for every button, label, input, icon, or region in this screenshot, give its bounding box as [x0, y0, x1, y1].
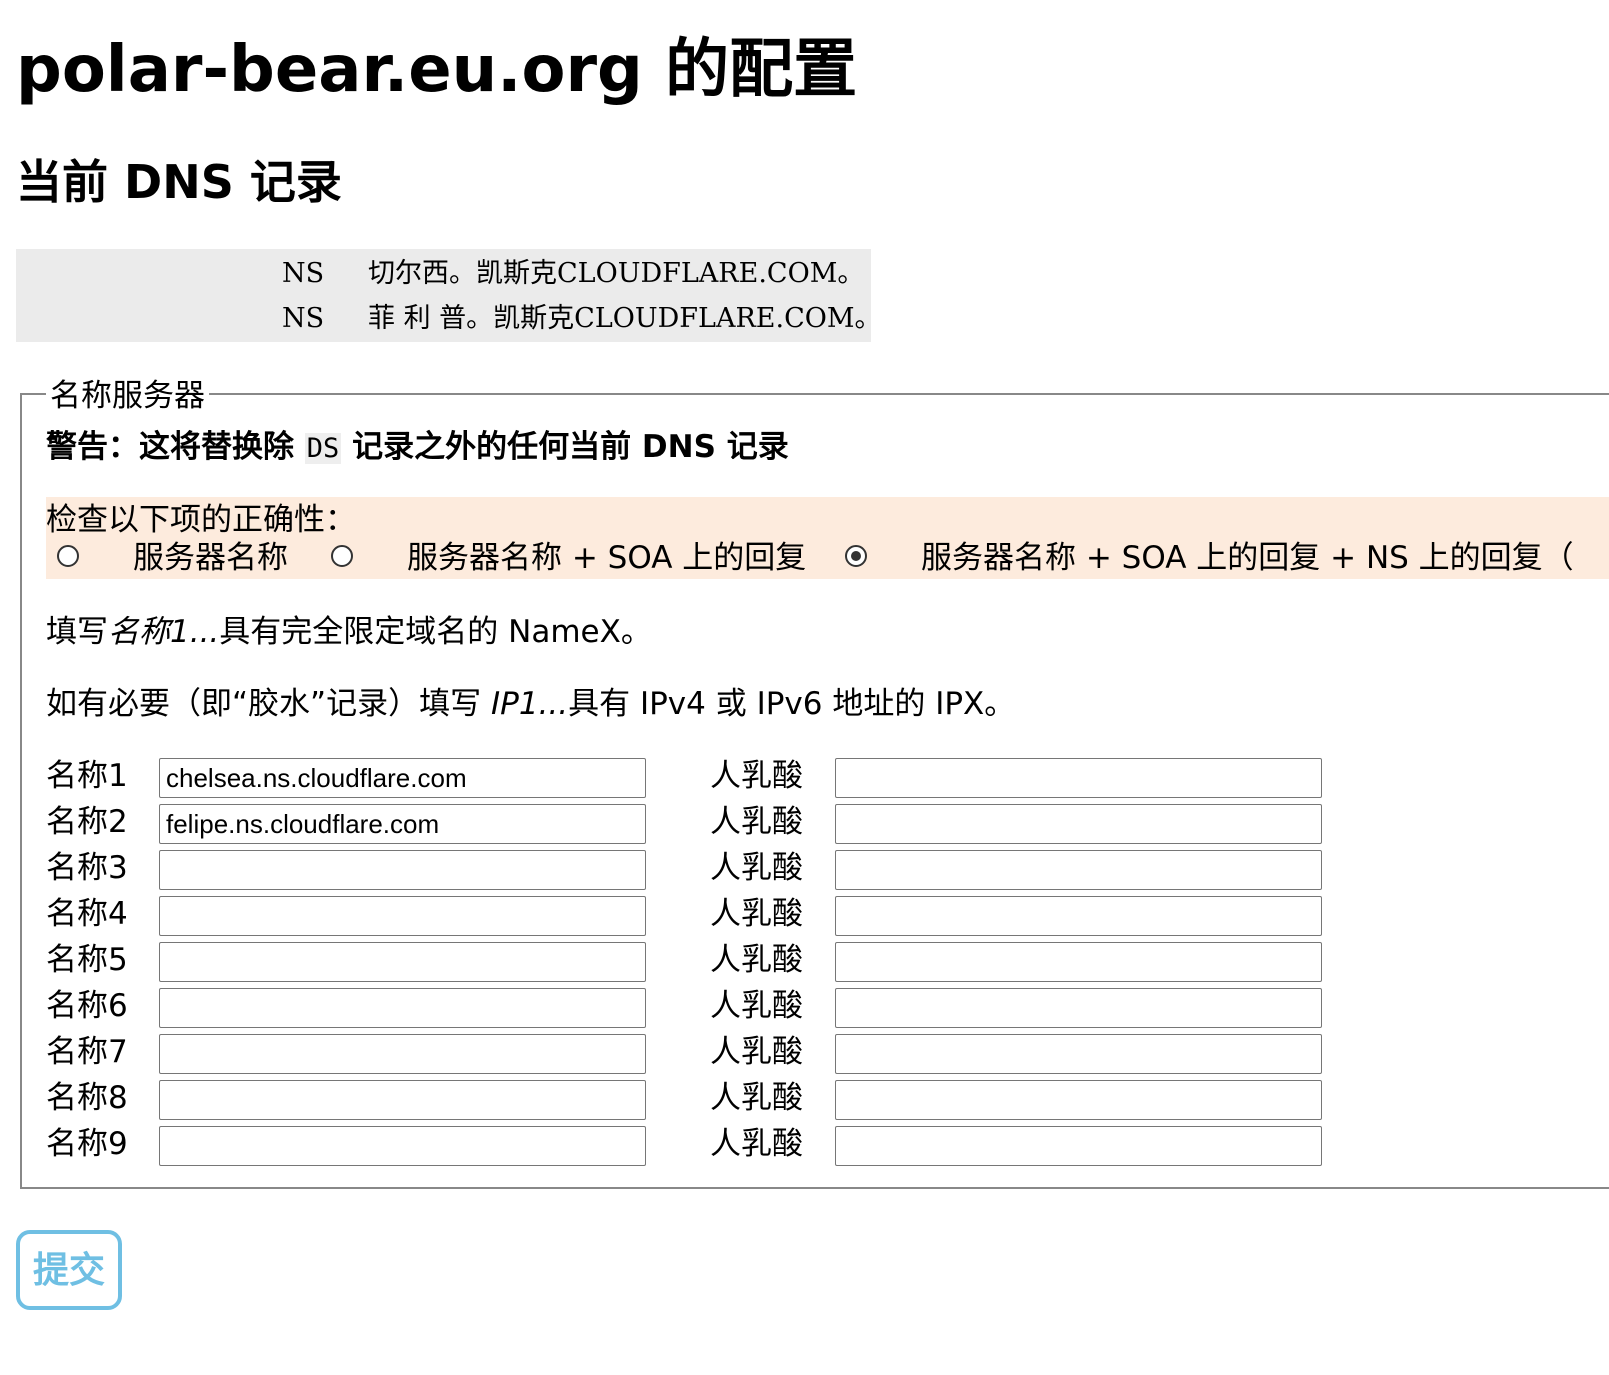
ip-label: 人乳酸 [710, 988, 803, 1024]
warning-code: DS [304, 433, 342, 464]
ip-label: 人乳酸 [710, 942, 803, 978]
name-label: 名称7 [46, 1034, 128, 1070]
radio-names-only[interactable] [57, 545, 79, 567]
record-type: NS [282, 258, 325, 289]
warning-prefix: 警告：这将替换除 [46, 429, 305, 465]
name-label: 名称8 [46, 1080, 128, 1116]
name-input-9[interactable] [159, 1126, 646, 1166]
check-options-box: 检查以下项的正确性： 服务器名称 服务器名称 + SOA 上的回复 服务器名称 … [46, 497, 1609, 579]
ip-input-6[interactable] [835, 988, 1322, 1028]
name-input-4[interactable] [159, 896, 646, 936]
radio-names-soa-ns[interactable] [845, 545, 867, 567]
ip-label: 人乳酸 [710, 1126, 803, 1162]
ip-input-4[interactable] [835, 896, 1322, 936]
record-value: 菲 利 普。凯斯克CLOUDFLARE.COM。 [368, 303, 882, 334]
name-input-3[interactable] [159, 850, 646, 890]
name-label: 名称5 [46, 942, 128, 978]
warning-text: 警告：这将替换除 DS 记录之外的任何当前 DNS 记录 [46, 425, 789, 471]
ip-label: 人乳酸 [710, 804, 803, 840]
dns-record-row: NS 菲 利 普。凯斯克CLOUDFLARE.COM。 [16, 296, 882, 341]
dns-records-block: NS 切尔西。凯斯克CLOUDFLARE.COM。 NS 菲 利 普。凯斯克CL… [16, 249, 882, 342]
dns-records-heading: 当前 DNS 记录 [16, 155, 342, 209]
name-input-5[interactable] [159, 942, 646, 982]
radio-names-soa[interactable] [331, 545, 353, 567]
name-input-1[interactable] [159, 758, 646, 798]
dns-record-row: NS 切尔西。凯斯克CLOUDFLARE.COM。 [16, 251, 871, 296]
record-value: 切尔西。凯斯克CLOUDFLARE.COM。 [368, 258, 865, 289]
ip-label: 人乳酸 [710, 1080, 803, 1116]
radio-label: 服务器名称 + SOA 上的回复 + NS 上的回复（ [921, 540, 1574, 576]
name-label: 名称1 [46, 758, 128, 794]
ip-input-7[interactable] [835, 1034, 1322, 1074]
ip-label: 人乳酸 [710, 896, 803, 932]
page-title: polar-bear.eu.org 的配置 [16, 33, 858, 107]
name-input-8[interactable] [159, 1080, 646, 1120]
ip-label: 人乳酸 [710, 1034, 803, 1070]
ip-label: 人乳酸 [710, 850, 803, 886]
warning-suffix: 记录之外的任何当前 DNS 记录 [341, 429, 789, 465]
fill-ips-instruction: 如有必要（即“胶水”记录）填写 IP1...具有 IPv4 或 IPv6 地址的… [46, 686, 1016, 722]
name-input-7[interactable] [159, 1034, 646, 1074]
ip-input-5[interactable] [835, 942, 1322, 982]
name-label: 名称4 [46, 896, 128, 932]
name-label: 名称3 [46, 850, 128, 886]
name-label: 名称9 [46, 1126, 128, 1162]
ip-input-2[interactable] [835, 804, 1322, 844]
ip-label: 人乳酸 [710, 758, 803, 794]
ip-input-9[interactable] [835, 1126, 1322, 1166]
ip-input-3[interactable] [835, 850, 1322, 890]
ip-input-8[interactable] [835, 1080, 1322, 1120]
fieldset-legend: 名称服务器 [46, 375, 209, 417]
radio-label: 服务器名称 + SOA 上的回复 [407, 540, 807, 576]
ip-input-1[interactable] [835, 758, 1322, 798]
submit-button[interactable]: 提交 [16, 1230, 122, 1310]
name-input-6[interactable] [159, 988, 646, 1028]
fill-names-instruction: 填写名称1...具有完全限定域名的 NameX。 [46, 614, 652, 650]
record-type: NS [282, 303, 325, 334]
name-label: 名称6 [46, 988, 128, 1024]
radio-label: 服务器名称 [133, 540, 288, 576]
name-label: 名称2 [46, 804, 128, 840]
name-input-2[interactable] [159, 804, 646, 844]
check-label: 检查以下项的正确性： [46, 502, 356, 538]
